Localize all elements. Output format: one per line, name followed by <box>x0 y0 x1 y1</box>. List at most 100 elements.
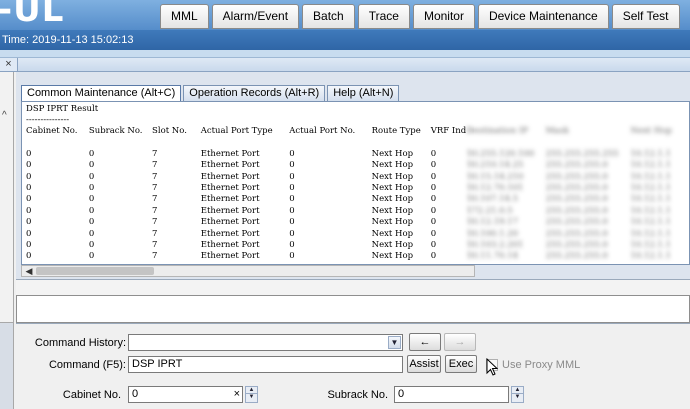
table-cell: 0 <box>430 160 437 171</box>
scroll-left-icon[interactable]: ◀ <box>23 266 35 276</box>
tab-common-maintenance[interactable]: Common Maintenance (Alt+C) <box>21 85 182 102</box>
splitter-bar[interactable] <box>16 279 690 295</box>
table-cell: 0 <box>26 160 32 171</box>
close-icon[interactable]: × <box>0 58 18 72</box>
table-cell: 0 <box>26 183 32 194</box>
table-cell: 0 <box>289 183 295 194</box>
history-back-button[interactable]: ← <box>409 333 441 351</box>
table-cell: 0 <box>88 251 95 262</box>
tab-device-maintenance[interactable]: Device Maintenance <box>477 4 609 29</box>
table-cell: 0 <box>430 194 437 205</box>
left-navigation-panel: ^ <box>0 72 14 409</box>
table-cell: 0 <box>430 171 437 182</box>
table-cell: 0 <box>289 228 295 239</box>
cabinet-no-spinner[interactable]: ▲ ▼ <box>245 386 258 403</box>
table-cell: 0 <box>88 217 95 228</box>
table-cell: 0 <box>26 171 32 182</box>
tab-trace[interactable]: Trace <box>357 4 410 29</box>
mouse-cursor-icon <box>486 358 498 376</box>
table-cell: Next Hop <box>371 194 414 205</box>
tab-mml[interactable]: MML <box>160 4 209 29</box>
redacted-overlay <box>474 102 689 264</box>
table-cell: 0 <box>430 205 437 216</box>
exec-button[interactable]: Exec <box>445 355 477 373</box>
time-bar: Time: 2019-11-13 15:02:13 <box>0 30 690 50</box>
table-cell: Next Hop <box>371 148 414 159</box>
assist-button[interactable]: Assist <box>407 355 441 373</box>
spin-down-icon[interactable]: ▼ <box>512 394 523 401</box>
table-cell: 0 <box>88 171 95 182</box>
history-forward-button[interactable]: → <box>444 333 476 351</box>
tab-alarm-event[interactable]: Alarm/Event <box>211 4 300 29</box>
command-history-label: Command History: <box>34 337 126 349</box>
table-cell: Ethernet Port <box>200 160 260 171</box>
table-cell: Next Hop <box>371 183 414 194</box>
table-cell: 0 <box>88 240 95 251</box>
top-tab-bar: MML Alarm/Event Batch Trace Monitor Devi… <box>160 4 680 30</box>
chevron-down-icon[interactable]: ▼ <box>388 336 401 349</box>
table-cell: 0 <box>26 205 32 216</box>
subrack-no-input[interactable]: 0 <box>394 386 509 403</box>
table-cell: Next Hop <box>371 217 414 228</box>
table-cell: 0 <box>88 183 95 194</box>
table-cell: 7 <box>152 228 158 239</box>
table-cell: 0 <box>289 160 295 171</box>
table-cell: 0 <box>26 217 32 228</box>
table-cell: 0 <box>289 171 295 182</box>
table-cell: 7 <box>152 183 158 194</box>
column-header: Route Type <box>371 126 421 136</box>
table-cell: Next Hop <box>371 251 414 262</box>
use-proxy-label: Use Proxy MML <box>502 359 581 371</box>
spin-down-icon[interactable]: ▼ <box>246 394 257 401</box>
mml-main-panel: Common Maintenance (Alt+C) Operation Rec… <box>16 72 690 409</box>
spin-up-icon[interactable]: ▲ <box>246 387 257 394</box>
table-cell: 0 <box>289 240 295 251</box>
column-header: Slot No. <box>152 126 187 136</box>
table-cell: 0 <box>430 148 437 159</box>
tab-help[interactable]: Help (Alt+N) <box>327 85 400 101</box>
table-cell: Next Hop <box>371 205 414 216</box>
table-cell: Next Hop <box>371 171 414 182</box>
horizontal-scrollbar[interactable]: ◀ <box>21 265 475 277</box>
column-header: Subrack No. <box>88 126 143 136</box>
table-cell: 0 <box>26 194 32 205</box>
table-cell: 0 <box>430 183 437 194</box>
command-input-value: DSP IPRT <box>132 358 183 370</box>
table-cell: 0 <box>430 228 437 239</box>
tab-monitor[interactable]: Monitor <box>412 4 475 29</box>
result-output-area[interactable]: DSP IPRT Result --------------- Cabinet … <box>21 101 690 265</box>
table-cell: 0 <box>88 194 95 205</box>
table-cell: 0 <box>26 251 32 262</box>
cabinet-no-label: Cabinet No. <box>62 389 121 401</box>
table-cell: 0 <box>289 148 295 159</box>
cabinet-no-value: 0 <box>132 388 139 400</box>
column-header: Actual Port No. <box>289 126 356 136</box>
clear-icon[interactable]: × <box>234 387 240 402</box>
header-divider <box>0 50 690 58</box>
command-form: Command History: ▼ ← → Command (F5): DSP… <box>16 323 690 409</box>
spin-up-icon[interactable]: ▲ <box>512 387 523 394</box>
command-history-select[interactable]: ▼ <box>128 334 403 351</box>
cabinet-no-input[interactable]: 0 × <box>128 386 243 403</box>
tab-self-test[interactable]: Self Test <box>611 4 680 29</box>
column-header: Cabinet No. <box>26 126 78 136</box>
mml-command-text-area[interactable] <box>16 295 690 323</box>
command-input[interactable]: DSP IPRT <box>128 356 403 373</box>
subrack-no-value: 0 <box>398 388 405 400</box>
table-cell: 0 <box>289 194 295 205</box>
table-cell: 7 <box>152 251 158 262</box>
document-tab-band <box>18 58 690 72</box>
tab-operation-records[interactable]: Operation Records (Alt+R) <box>183 85 326 101</box>
app-title: -UL <box>0 0 65 30</box>
command-label: Command (F5): <box>48 359 126 371</box>
tab-batch[interactable]: Batch <box>302 4 355 29</box>
table-cell: 7 <box>152 171 158 182</box>
table-cell: Next Hop <box>371 240 414 251</box>
scrollbar-thumb[interactable] <box>36 267 154 275</box>
table-cell: 7 <box>152 217 158 228</box>
collapse-up-icon[interactable]: ^ <box>2 110 7 121</box>
subrack-no-spinner[interactable]: ▲ ▼ <box>511 386 524 403</box>
table-cell: 7 <box>152 205 158 216</box>
table-cell: 0 <box>430 251 437 262</box>
table-cell: 7 <box>152 194 158 205</box>
